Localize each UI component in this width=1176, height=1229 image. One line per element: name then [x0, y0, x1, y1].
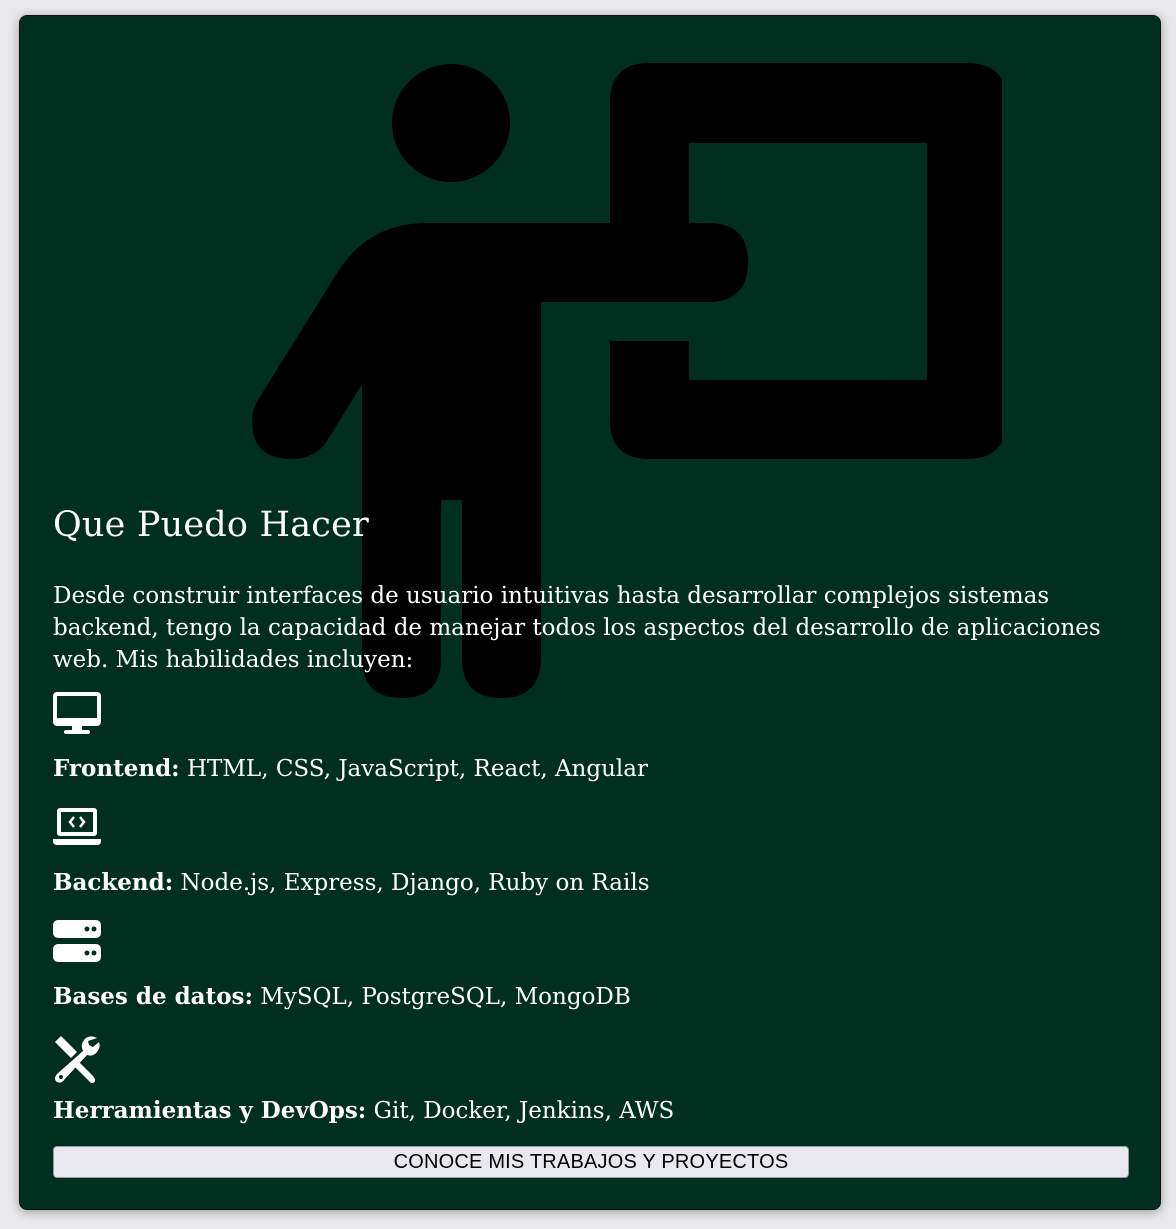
skill-line: Frontend: HTML, CSS, JavaScript, React, … [53, 753, 1129, 785]
desktop-icon [53, 692, 101, 734]
skill-value: Node.js, Express, Django, Ruby on Rails [173, 870, 650, 896]
skill-value: MySQL, PostgreSQL, MongoDB [253, 984, 631, 1010]
section-title: Que Puedo Hacer [53, 505, 369, 545]
server-icon [53, 920, 101, 962]
skill-label: Backend: [53, 869, 174, 896]
skill-backend: Backend: Node.js, Express, Django, Ruby … [53, 806, 1129, 899]
skill-frontend: Frontend: HTML, CSS, JavaScript, React, … [53, 692, 1129, 785]
skill-line: Backend: Node.js, Express, Django, Ruby … [53, 867, 1129, 899]
skill-line: Herramientas y DevOps: Git, Docker, Jenk… [53, 1095, 1129, 1127]
skill-value: Git, Docker, Jenkins, AWS [366, 1098, 675, 1124]
skills-content: Que Puedo Hacer Desde construir interfac… [53, 504, 1129, 1148]
skill-label: Bases de datos: [53, 983, 253, 1010]
skill-line: Bases de datos: MySQL, PostgreSQL, Mongo… [53, 981, 1129, 1013]
skill-value: HTML, CSS, JavaScript, React, Angular [179, 756, 648, 782]
skill-label: Herramientas y DevOps: [53, 1097, 367, 1124]
laptop-code-icon [53, 808, 101, 845]
section-intro: Desde construir interfaces de usuario in… [53, 583, 1101, 673]
skill-devops: Herramientas y DevOps: Git, Docker, Jenk… [53, 1034, 1129, 1127]
tools-icon [55, 1036, 100, 1083]
skill-databases: Bases de datos: MySQL, PostgreSQL, Mongo… [53, 920, 1129, 1013]
skills-card: Que Puedo Hacer Desde construir interfac… [19, 15, 1161, 1210]
skill-label: Frontend: [53, 755, 180, 782]
projects-button[interactable]: CONOCE MIS TRABAJOS Y PROYECTOS [53, 1146, 1129, 1178]
